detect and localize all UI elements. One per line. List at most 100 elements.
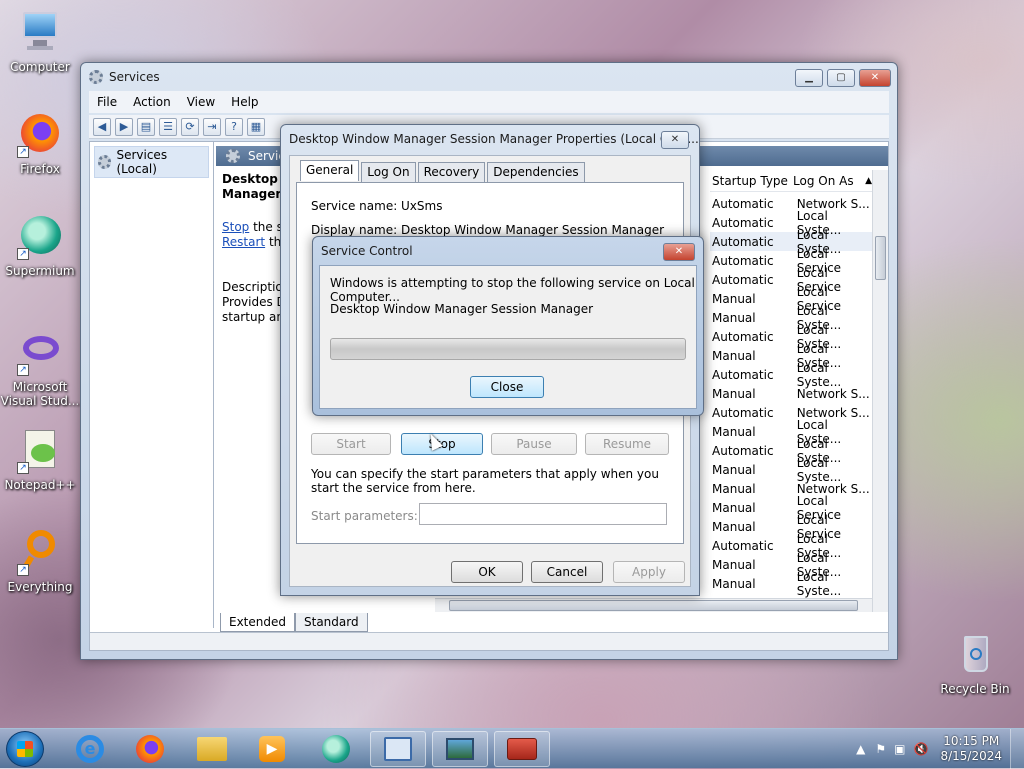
refresh-icon[interactable]: ⟳ [181,117,199,136]
log-on-as-cell: Local Syste... [796,569,842,598]
close-button[interactable]: ✕ [661,131,689,149]
remote-desktop-icon [384,737,412,761]
windows-logo-icon [17,741,33,757]
startup-type-cell: Manual [712,310,756,325]
service-control-titlebar[interactable]: Service Control [313,237,703,265]
desktop-icon-supermium[interactable]: ↗ Supermium [2,214,78,278]
startup-type-cell: Manual [712,291,756,306]
volume-muted-icon[interactable]: 🔇 [910,742,933,756]
column-startup-type[interactable]: Startup Type [710,174,793,188]
clock[interactable]: 10:15 PM 8/15/2024 [932,734,1010,764]
start-params-input[interactable] [419,503,667,525]
console-icon[interactable]: ▦ [247,117,265,136]
progress-bar [330,338,686,360]
action-center-flag-icon[interactable]: ⚑ [871,742,890,756]
startup-type-cell: Manual [712,424,756,439]
startup-type-cell: Manual [712,481,756,496]
startup-type-cell: Manual [712,462,756,477]
services-list: Automatic Network S... Automatic Local Syst… [710,194,872,598]
scroll-thumb[interactable] [449,600,858,611]
export-icon[interactable]: ⇥ [203,117,221,136]
recycle-bin-icon [952,632,998,678]
close-button[interactable]: ✕ [859,69,891,87]
desktop-icon-notepadpp[interactable]: ↗ Notepad++ [2,428,78,492]
horizontal-scrollbar[interactable] [435,598,872,612]
tab-recovery[interactable]: Recovery [417,162,486,183]
tree-item-services-local[interactable]: Services (Local) [94,146,209,178]
stop-service-link[interactable]: Stop [222,220,249,234]
tab-general[interactable]: General [300,160,360,181]
properties-tabs: General Log On Recovery Dependencies [300,160,585,183]
column-log-on-as[interactable]: Log On As [793,174,865,188]
cancel-button[interactable]: Cancel [531,561,603,583]
desktop-icon-computer[interactable]: Computer [2,10,78,74]
startup-type-cell: Manual [712,500,756,515]
shortcut-arrow-icon: ↗ [17,248,29,260]
visual-studio-icon: ↗ [17,330,63,376]
service-row[interactable]: Manual Local Syste... [710,570,872,598]
taskbar-services[interactable] [370,731,426,767]
console-tree-icon[interactable]: ▤ [137,117,155,136]
computer-icon [17,10,63,56]
taskbar-media-player[interactable]: ▶ [244,731,300,767]
desktop-icon-recycle-bin[interactable]: Recycle Bin [937,632,1013,696]
firefox-icon: ↗ [17,112,63,158]
tab-log-on[interactable]: Log On [361,162,416,183]
start-button[interactable] [6,731,44,767]
system-tray: ▲ ⚑ ▣ 🔇 10:15 PM 8/15/2024 [850,729,1024,769]
service-row[interactable]: Manual Network S... [710,384,872,403]
sort-arrow-icon: ▲ [865,175,872,186]
supermium-icon [322,735,350,763]
menu-help[interactable]: Help [223,95,266,109]
service-name-value: UxSms [401,199,443,213]
restart-service-link[interactable]: Restart [222,235,265,249]
show-desktop-button[interactable] [1010,729,1024,769]
network-icon[interactable]: ▣ [890,742,909,756]
taskbar-internet-explorer[interactable]: e [62,731,118,767]
desktop-icon-everything[interactable]: ↗ Everything [2,530,78,594]
taskbar-supermium[interactable] [308,731,364,767]
start-params-label: Start parameters: [311,509,418,523]
apply-button[interactable]: Apply [613,561,685,583]
pause-button[interactable]: Pause [491,433,577,455]
tab-extended[interactable]: Extended [220,613,295,632]
desktop-icon-label: Everything [7,580,73,594]
properties-icon[interactable]: ☰ [159,117,177,136]
file-explorer-icon [197,737,227,761]
back-icon[interactable]: ◀ [93,117,111,136]
desktop-icon-firefox[interactable]: ↗ Firefox [2,112,78,176]
shortcut-arrow-icon: ↗ [17,564,29,576]
media-player-icon: ▶ [259,736,285,762]
menu-file[interactable]: File [89,95,125,109]
desktop-icon-visual-studio[interactable]: ↗ Microsoft Visual Stud... [0,330,80,408]
resume-button[interactable]: Resume [585,433,669,455]
show-hidden-icons-icon[interactable]: ▲ [850,742,871,756]
taskbar-screen[interactable] [432,731,488,767]
tab-standard[interactable]: Standard [295,613,368,632]
tab-dependencies[interactable]: Dependencies [487,162,585,183]
maximize-button[interactable]: ▢ [827,69,855,87]
taskbar-toolbox[interactable] [494,731,550,767]
menu-view[interactable]: View [179,95,223,109]
service-control-dialog[interactable]: Service Control ✕ Windows is attempting … [312,236,704,416]
vertical-scrollbar[interactable] [872,170,888,612]
menu-action[interactable]: Action [125,95,179,109]
start-button[interactable]: Start [311,433,391,455]
ok-button[interactable]: OK [451,561,523,583]
help-icon[interactable]: ? [225,117,243,136]
services-titlebar[interactable]: Services [81,63,897,91]
scroll-thumb[interactable] [875,236,886,280]
service-row[interactable]: Automatic Local Syste... [710,361,872,389]
startup-type-cell: Automatic [712,272,774,287]
forward-icon[interactable]: ▶ [115,117,133,136]
properties-titlebar[interactable]: Desktop Window Manager Session Manager P… [281,125,699,153]
view-tabs: Extended Standard [216,612,888,632]
service-row[interactable]: Manual Local Syste... [710,456,872,484]
close-button[interactable]: Close [470,376,544,398]
close-icon[interactable]: ✕ [663,243,695,261]
firefox-icon [136,735,164,763]
taskbar-file-explorer[interactable] [184,731,240,767]
minimize-button[interactable]: ▁ [795,69,823,87]
desktop-icon-label: Firefox [20,162,60,176]
taskbar-firefox[interactable] [122,731,178,767]
